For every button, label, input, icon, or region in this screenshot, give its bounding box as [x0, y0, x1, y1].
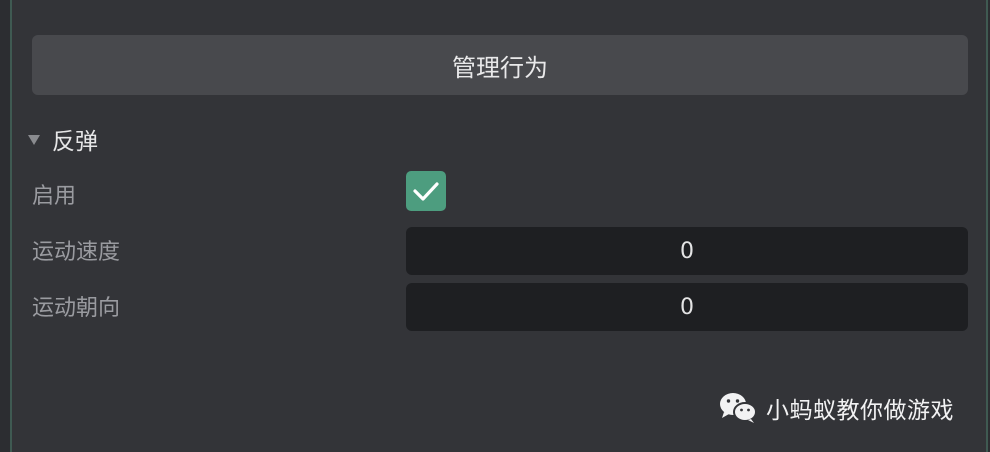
move-direction-label: 运动朝向	[32, 296, 121, 321]
section-title: 反弹	[52, 129, 98, 155]
move-speed-label: 运动速度	[32, 240, 121, 265]
enabled-checkbox[interactable]	[406, 171, 446, 211]
enabled-label: 启用	[32, 184, 77, 209]
watermark-text: 小蚂蚁教你做游戏	[766, 398, 954, 424]
watermark: 小蚂蚁教你做游戏	[718, 388, 954, 428]
move-speed-input[interactable]: 0	[406, 227, 968, 275]
left-divider	[10, 0, 12, 452]
wechat-icon	[720, 393, 757, 423]
checkmark-icon	[413, 182, 439, 201]
manage-behaviors-button[interactable]: 管理行为	[32, 35, 968, 95]
collapse-triangle-icon[interactable]	[28, 135, 40, 145]
move-direction-input[interactable]: 0	[406, 283, 968, 331]
left-panel-edge	[0, 0, 10, 452]
section-header-bounce[interactable]: 反弹	[28, 122, 98, 156]
